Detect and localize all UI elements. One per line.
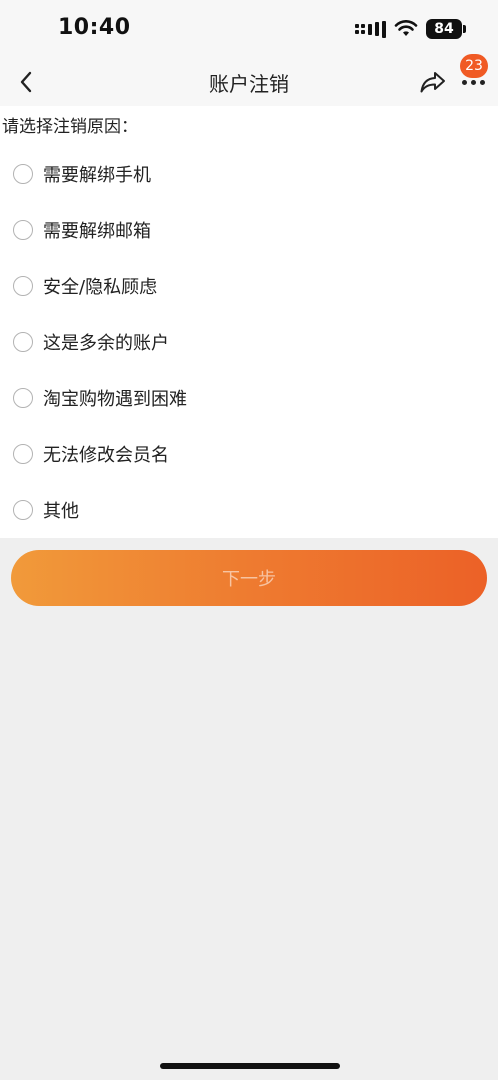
battery-level: 84 — [434, 21, 454, 37]
reason-option-label: 淘宝购物遇到困难 — [43, 389, 187, 410]
reason-option-label: 其他 — [43, 501, 79, 522]
reason-option-label: 无法修改会员名 — [43, 445, 169, 466]
radio-button[interactable] — [13, 388, 33, 408]
reason-option-unbind-phone[interactable]: 需要解绑手机 — [0, 146, 498, 202]
reason-option-label: 需要解绑手机 — [43, 165, 151, 186]
radio-button[interactable] — [13, 276, 33, 296]
reason-option-unbind-email[interactable]: 需要解绑邮箱 — [0, 202, 498, 258]
status-icons: 84 — [355, 17, 466, 41]
reason-option-label: 需要解绑邮箱 — [43, 221, 151, 242]
next-step-button[interactable]: 下一步 — [11, 550, 487, 606]
reason-option-cannot-rename[interactable]: 无法修改会员名 — [0, 426, 498, 482]
notification-badge: 23 — [460, 54, 488, 78]
reason-option-label: 这是多余的账户 — [43, 333, 169, 354]
reason-option-shopping-difficulty[interactable]: 淘宝购物遇到困难 — [0, 370, 498, 426]
status-time: 10:40 — [58, 15, 131, 40]
radio-button[interactable] — [13, 220, 33, 240]
wifi-icon — [394, 20, 418, 36]
share-button[interactable] — [416, 66, 450, 98]
next-step-label: 下一步 — [222, 569, 276, 590]
share-icon — [420, 72, 445, 93]
radio-button[interactable] — [13, 332, 33, 352]
nav-bar: 账户注销 — [0, 58, 498, 106]
reason-option-other[interactable]: 其他 — [0, 482, 498, 538]
home-indicator[interactable] — [160, 1063, 340, 1069]
radio-button[interactable] — [13, 164, 33, 184]
battery-icon: 84 — [426, 19, 466, 39]
account-deletion-screen: 10:40 84 账户注销 23 请选择注销原因： 需要解绑手机 需要解绑邮箱 … — [0, 0, 498, 1080]
cellular-signal-icon — [355, 20, 386, 38]
reason-option-label: 安全/隐私顾虑 — [43, 277, 158, 298]
reason-prompt: 请选择注销原因： — [2, 117, 138, 137]
reason-options: 需要解绑手机 需要解绑邮箱 安全/隐私顾虑 这是多余的账户 淘宝购物遇到困难 无… — [0, 146, 498, 538]
status-bar: 10:40 84 — [0, 0, 498, 58]
radio-button[interactable] — [13, 500, 33, 520]
reason-option-redundant-account[interactable]: 这是多余的账户 — [0, 314, 498, 370]
radio-button[interactable] — [13, 444, 33, 464]
reason-form: 请选择注销原因： 需要解绑手机 需要解绑邮箱 安全/隐私顾虑 这是多余的账户 淘… — [0, 106, 498, 538]
reason-option-privacy[interactable]: 安全/隐私顾虑 — [0, 258, 498, 314]
more-icon — [461, 79, 485, 85]
